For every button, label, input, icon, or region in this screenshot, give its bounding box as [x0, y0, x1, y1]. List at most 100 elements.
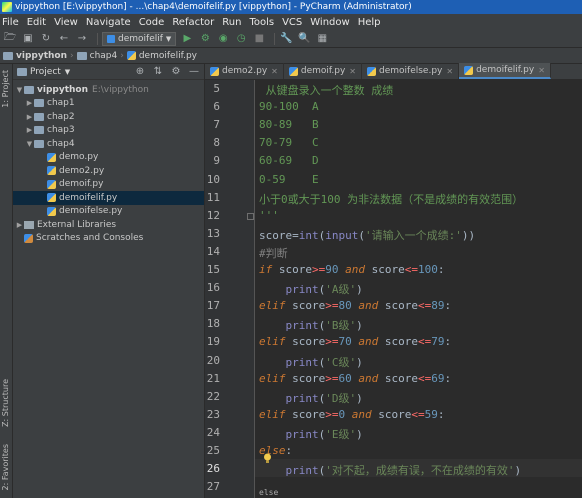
line-number: 22 — [206, 389, 220, 403]
folder-icon — [34, 112, 44, 121]
code-line: print('B级') — [259, 317, 362, 333]
code-token: 79 — [431, 335, 445, 349]
code-line: 0-59 E — [259, 173, 319, 186]
tab-demoif[interactable]: demoif.py ✕ — [284, 63, 362, 79]
tree-item-chap3[interactable]: ▶ chap3 — [13, 124, 204, 138]
sync-icon[interactable]: ↻ — [39, 32, 53, 46]
tab-demo2[interactable]: demo2.py ✕ — [205, 63, 284, 79]
lightbulb-icon[interactable] — [263, 453, 272, 464]
coverage-icon[interactable]: ◉ — [216, 32, 230, 46]
tree-item-demoif[interactable]: demoif.py — [13, 178, 204, 192]
debug-icon[interactable]: ⚙ — [198, 32, 212, 46]
tree-item-demo2[interactable]: demo2.py — [13, 164, 204, 178]
tree-item-scratches[interactable]: Scratches and Consoles — [13, 232, 204, 246]
tab-demoifelse[interactable]: demoifelse.py ✕ — [362, 63, 460, 79]
code-line: elif score>=0 and score<=59: — [259, 408, 445, 421]
chevron-down-icon[interactable]: ▼ — [25, 140, 34, 148]
code-token: 0-59 E — [259, 172, 319, 186]
close-icon[interactable]: ✕ — [271, 67, 278, 76]
menu-tools[interactable]: Tools — [249, 17, 274, 28]
profile-icon[interactable]: ◷ — [234, 32, 248, 46]
tree-item-label: demoifelif.py — [59, 192, 118, 203]
python-file-icon — [464, 65, 474, 75]
chevron-right-icon[interactable]: ▶ — [25, 126, 34, 134]
code-line: score=int(input('请输入一个成绩:')) — [259, 227, 475, 243]
code-token: 100 — [418, 263, 438, 276]
line-number: 23 — [206, 407, 220, 421]
gear-icon[interactable]: ⚙ — [170, 66, 182, 77]
code-line: ''' — [259, 209, 279, 222]
line-number: 19 — [206, 335, 220, 349]
menu-file[interactable]: File — [2, 17, 19, 28]
library-icon — [24, 220, 34, 229]
fold-marker-icon[interactable] — [247, 212, 254, 220]
left-tool-strip: 1: Project Z: Structure 2: Favorites — [0, 64, 13, 498]
menu-refactor[interactable]: Refactor — [172, 17, 214, 28]
close-icon[interactable]: ✕ — [446, 67, 453, 76]
code-token: score — [278, 263, 312, 276]
project-panel-title[interactable]: Project — [30, 67, 61, 77]
line-number-gutter[interactable]: 5 6 7 8 9 10 11 12 13 14 15 16 17 18 19 20 21 22 23 24 25 26 2… — [205, 80, 255, 498]
search-icon[interactable]: 🔍 — [297, 32, 311, 46]
menu-help[interactable]: Help — [358, 17, 381, 28]
tree-item-chap4[interactable]: ▼ chap4 — [13, 137, 204, 151]
save-icon[interactable]: ▣ — [21, 32, 35, 46]
breadcrumb-file[interactable]: demoifelif.py — [126, 51, 197, 61]
code-token: 90 — [325, 263, 346, 276]
hide-icon[interactable]: — — [188, 66, 200, 77]
code-line: 80-89 B — [259, 118, 319, 131]
settings-icon[interactable]: 🔧 — [279, 32, 293, 46]
close-icon[interactable]: ✕ — [538, 66, 545, 75]
project-tool-button[interactable]: 1: Project — [1, 70, 10, 108]
folder-open-icon[interactable]: 🗁 — [3, 32, 17, 46]
code-token: score — [384, 335, 418, 349]
tree-item-path: E:\vippython — [92, 84, 149, 95]
stop-icon[interactable]: ■ — [252, 32, 266, 46]
menu-view[interactable]: View — [54, 17, 78, 28]
tab-label: demoif.py — [300, 66, 346, 76]
code-token: : — [444, 299, 452, 313]
collapse-icon[interactable]: ⇅ — [152, 66, 164, 77]
run-icon[interactable]: ▶ — [180, 32, 194, 46]
menu-window[interactable]: Window — [310, 17, 349, 28]
tree-item-label: demo2.py — [59, 165, 105, 176]
code-editor[interactable]: 从键盘录入一个整数 成绩 90-100 A 80-89 B 70-79 C 60-69 … — [255, 80, 582, 498]
structure-icon[interactable]: ▦ — [315, 32, 329, 46]
tree-item-demoifelif[interactable]: demoifelif.py — [13, 191, 204, 205]
tree-item-chap1[interactable]: ▶ chap1 — [13, 97, 204, 111]
run-config-dropdown[interactable]: demoifelif ▼ — [102, 31, 177, 46]
code-token: print — [259, 391, 319, 405]
menu-run[interactable]: Run — [222, 17, 241, 28]
tree-item-vippython[interactable]: ▼ vippython E:\vippython — [13, 83, 204, 97]
tab-demoifelif[interactable]: demoifelif.py ✕ — [459, 63, 551, 79]
close-icon[interactable]: ✕ — [349, 67, 356, 76]
chevron-down-icon[interactable]: ▼ — [65, 68, 70, 76]
menu-navigate[interactable]: Navigate — [86, 17, 131, 28]
code-token: >= — [325, 407, 339, 421]
tree-item-external-libraries[interactable]: ▶ External Libraries — [13, 218, 204, 232]
chevron-right-icon[interactable]: ▶ — [25, 113, 34, 121]
menu-vcs[interactable]: VCS — [282, 17, 302, 28]
favorites-tool-button[interactable]: 2: Favorites — [1, 444, 10, 490]
tree-item-demoifelse[interactable]: demoifelse.py — [13, 205, 204, 219]
target-icon[interactable]: ⊕ — [134, 66, 146, 77]
chevron-right-icon[interactable]: ▶ — [15, 221, 24, 229]
tab-label: demoifelif.py — [476, 65, 535, 75]
menu-edit[interactable]: Edit — [27, 17, 46, 28]
tree-item-chap2[interactable]: ▶ chap2 — [13, 110, 204, 124]
breadcrumb-root[interactable]: vippython — [3, 51, 67, 61]
forward-icon[interactable]: → — [75, 32, 89, 46]
chevron-down-icon[interactable]: ▼ — [15, 86, 24, 94]
back-icon[interactable]: ← — [57, 32, 71, 46]
code-token: input — [325, 228, 359, 242]
code-token: >= — [325, 299, 339, 313]
breadcrumb-chap4[interactable]: chap4 — [76, 51, 117, 61]
menu-code[interactable]: Code — [139, 17, 165, 28]
tree-item-demo[interactable]: demo.py — [13, 151, 204, 165]
structure-tool-button[interactable]: Z: Structure — [1, 379, 10, 427]
chevron-right-icon[interactable]: ▶ — [25, 99, 34, 107]
line-number: 12 — [206, 208, 220, 222]
folder-icon — [3, 51, 13, 60]
code-line: 60-69 D — [259, 154, 319, 167]
code-line: elif score>=60 and score<=69: — [259, 372, 451, 385]
